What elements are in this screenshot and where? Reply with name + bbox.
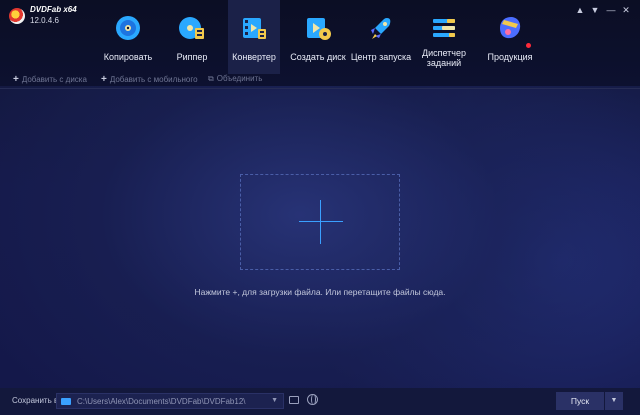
divider xyxy=(0,88,640,89)
output-path-select[interactable]: C:\Users\Alex\Documents\DVDFab\DVDFab12\… xyxy=(56,393,284,409)
tool-creator[interactable]: Создать диск xyxy=(288,0,348,74)
browse-folder-icon[interactable] xyxy=(289,396,299,404)
app-window: DVDFab x64 12.0.4.6 ▲ ▼ — ✕ Копировать Р… xyxy=(0,0,640,415)
start-options-chevron-icon[interactable]: ▼ xyxy=(605,392,623,410)
plus-icon: + xyxy=(101,74,107,85)
tool-copy[interactable]: Копировать xyxy=(100,0,156,74)
app-version: 12.0.4.6 xyxy=(30,16,59,25)
tool-label: Конвертер xyxy=(232,52,276,62)
film-converter-icon xyxy=(243,18,266,39)
tool-label: Риппер xyxy=(176,52,208,62)
file-drop-zone[interactable] xyxy=(240,174,400,270)
merge-label: Объединить xyxy=(216,74,263,83)
add-file-plus-icon xyxy=(320,200,321,244)
start-button[interactable]: Пуск xyxy=(556,392,604,410)
minimize-icon[interactable]: — xyxy=(606,5,616,15)
bottom-bar: Сохранить в: C:\Users\Alex\Documents\DVD… xyxy=(0,388,640,415)
disc-creator-icon xyxy=(307,18,331,40)
close-icon[interactable]: ✕ xyxy=(621,5,631,15)
tool-ripper[interactable]: Риппер xyxy=(166,0,218,74)
task-manager-icon xyxy=(433,19,455,37)
tool-launch-center[interactable]: Центр запуска xyxy=(350,0,412,74)
add-from-disc-label: Добавить с диска xyxy=(21,75,87,84)
disc-copy-icon xyxy=(116,16,140,40)
disc-ripper-icon xyxy=(179,17,204,39)
add-from-mobile-label: Добавить с мобильного xyxy=(109,75,198,84)
add-file-plus-icon xyxy=(299,221,343,222)
tool-products[interactable]: Продукция xyxy=(484,0,536,74)
chevron-down-icon: ▼ xyxy=(271,397,278,404)
tool-label: Центр запуска xyxy=(350,52,412,62)
merge-icon: ⧉ xyxy=(208,74,214,83)
folder-icon xyxy=(61,398,71,405)
tool-converter[interactable]: Конвертер xyxy=(228,0,280,74)
tool-label: Продукция xyxy=(487,52,533,62)
drop-hint-text: Нажмите +, для загрузки файла. Или перет… xyxy=(194,287,446,297)
pin-icon[interactable]: ▼ xyxy=(590,5,600,15)
tool-label: Создать диск xyxy=(290,52,346,62)
add-from-mobile-button[interactable]: + Добавить с мобильного xyxy=(101,74,198,85)
shirt-icon[interactable]: ▲ xyxy=(575,5,585,15)
dvdfab-logo-icon xyxy=(9,8,25,24)
tool-label: Копировать xyxy=(103,52,153,62)
output-path-text: C:\Users\Alex\Documents\DVDFab\DVDFab12\ xyxy=(77,397,246,406)
plus-icon: + xyxy=(13,74,19,85)
add-from-disc-button[interactable]: + Добавить с диска xyxy=(13,74,87,85)
tool-task-manager[interactable]: Диспетчер заданий xyxy=(414,0,474,74)
products-icon xyxy=(500,17,521,39)
notification-badge xyxy=(526,43,531,48)
tool-label: Диспетчер заданий xyxy=(421,48,467,68)
secondary-toolbar: + Добавить с диска + Добавить с мобильного… xyxy=(0,70,640,88)
merge-button[interactable]: ⧉ Объединить xyxy=(208,74,262,84)
globe-icon[interactable] xyxy=(307,394,318,405)
rocket-icon xyxy=(371,18,391,39)
app-name: DVDFab x64 xyxy=(30,5,77,14)
save-to-label: Сохранить в: xyxy=(12,396,61,405)
